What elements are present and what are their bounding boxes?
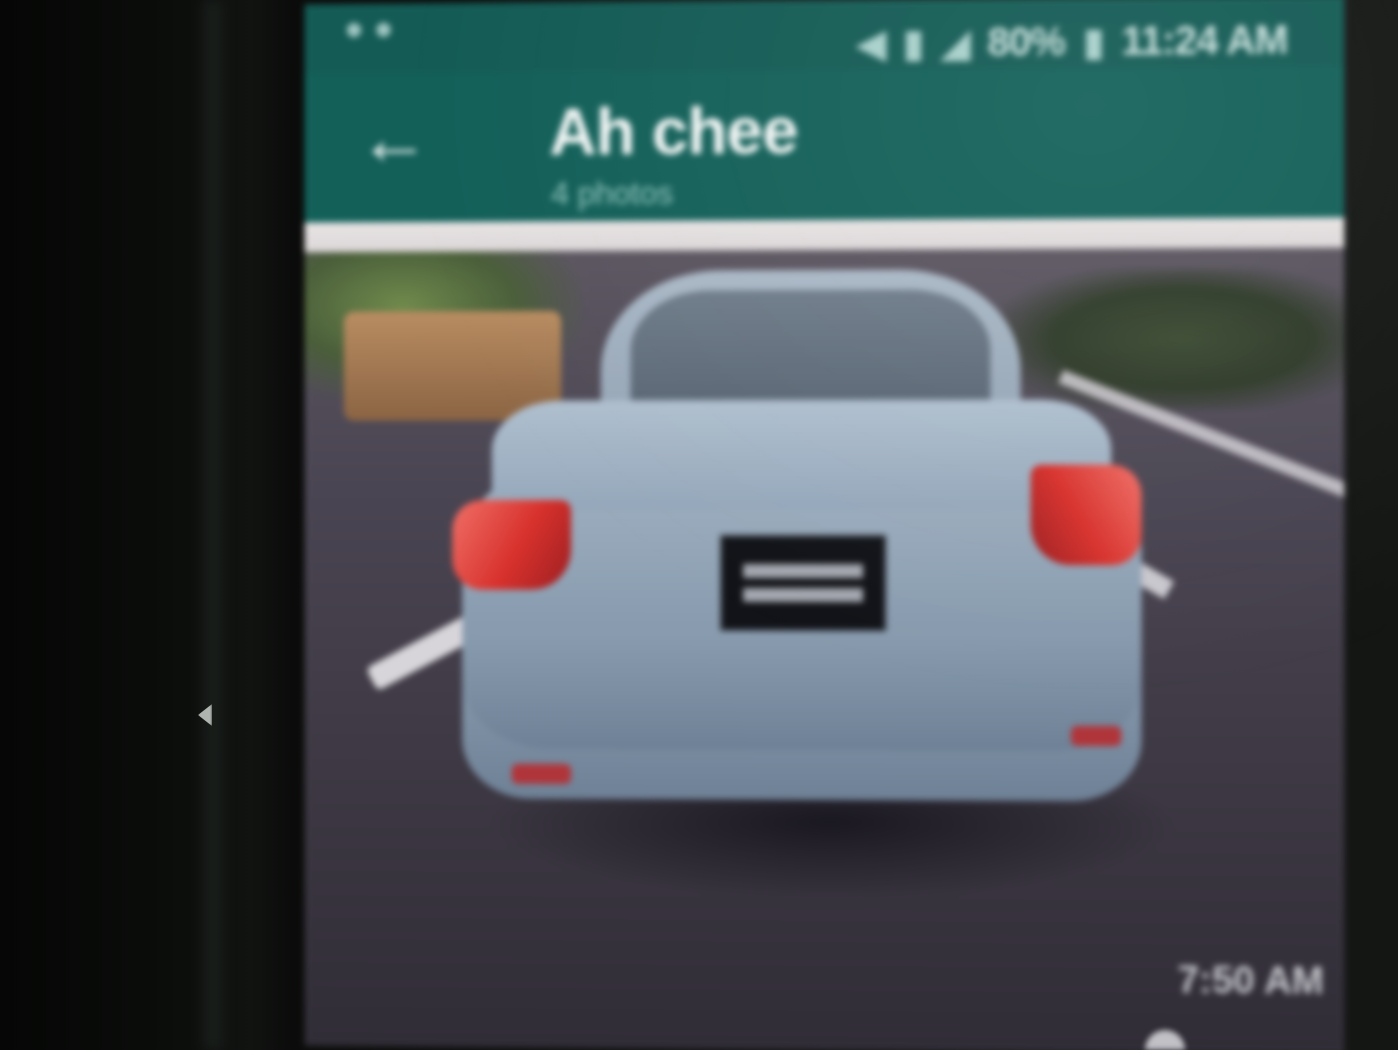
notification-icons: ● ● bbox=[343, 9, 394, 48]
phone-edge bbox=[198, 0, 228, 1050]
plate-text-line bbox=[743, 563, 864, 579]
status-time: 11:24 AM bbox=[1121, 18, 1288, 64]
status-right: ◀ ▮ ◢ 80% ▮ 11:24 AM bbox=[857, 18, 1288, 67]
photo-timestamp: 7:50 AM bbox=[1177, 959, 1324, 1003]
mute-icon: ◀ bbox=[856, 23, 885, 66]
photo-of-phone-screen: ● ● ◀ ▮ ◢ 80% ▮ 11:24 AM ← Ah chee 4 pho… bbox=[0, 0, 1398, 1050]
signal-icon: ◢ bbox=[941, 22, 970, 66]
rear-window bbox=[630, 289, 991, 411]
reflector-left bbox=[511, 763, 572, 784]
battery-percent: 80% bbox=[987, 19, 1066, 65]
status-bar: ● ● ◀ ▮ ◢ 80% ▮ 11:24 AM bbox=[304, 0, 1345, 74]
chat-title: Ah chee bbox=[549, 93, 798, 169]
license-plate bbox=[720, 534, 887, 632]
chat-subtitle: 4 photos bbox=[551, 174, 674, 212]
tail-light-right bbox=[1030, 464, 1142, 566]
car-photo[interactable]: 7:50 AM bbox=[304, 247, 1345, 1050]
phone-screen: ● ● ◀ ▮ ◢ 80% ▮ 11:24 AM ← Ah chee 4 pho… bbox=[304, 0, 1345, 1050]
tail-light-left bbox=[452, 500, 572, 590]
trees-right bbox=[1000, 267, 1345, 410]
battery-icon: ▮ bbox=[1083, 21, 1104, 65]
sim-icon: ▮ bbox=[903, 23, 923, 66]
app-bar: ← Ah chee 4 photos bbox=[304, 66, 1345, 223]
car-trunk bbox=[491, 399, 1112, 511]
reflector-right bbox=[1070, 725, 1122, 747]
plate-text-line bbox=[743, 587, 864, 603]
arrow-left-icon[interactable]: ← bbox=[358, 97, 437, 180]
rear-bumper bbox=[462, 629, 1142, 752]
vehicle-left bbox=[343, 310, 562, 421]
